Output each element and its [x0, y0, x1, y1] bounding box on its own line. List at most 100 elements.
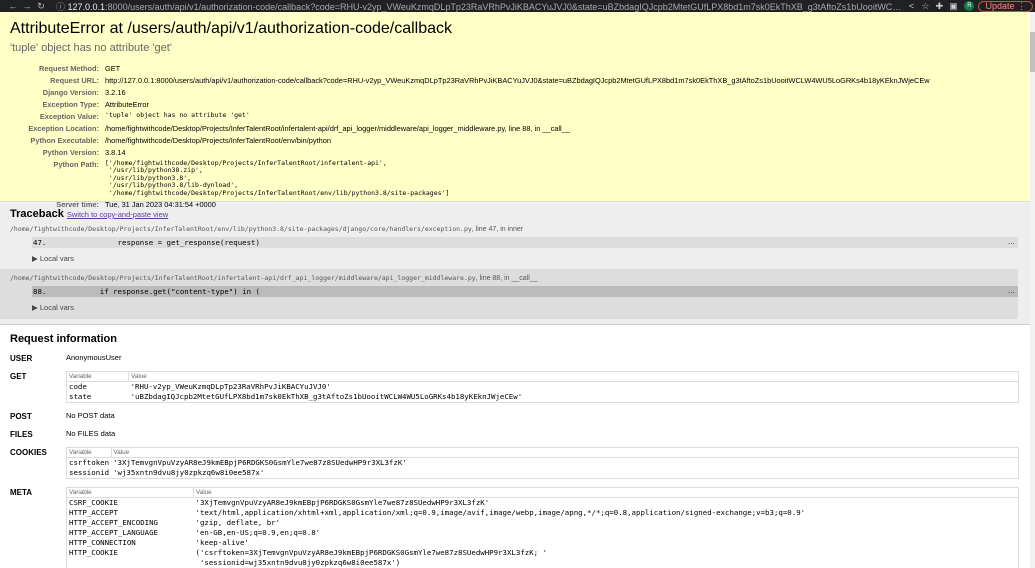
- reload-icon[interactable]: ↻: [34, 1, 48, 12]
- summary-value-text: ['/home/fightwithcode/Desktop/Projects/I…: [105, 158, 450, 197]
- traceback-title: Traceback: [10, 208, 64, 220]
- cookies-label: COOKIES: [10, 448, 47, 457]
- scrollbar[interactable]: [1030, 12, 1035, 568]
- summary-row: Exception Location: /home/fightwithcode/D…: [10, 122, 930, 134]
- summary-row: Django Version: 3.2.16: [10, 86, 930, 98]
- table-row: csrftoken '3XjTemvgnVpuVzyAR8eJ9kmEBpjP6R…: [67, 458, 1019, 469]
- summary-row: Exception Type: AttributeError: [10, 98, 930, 110]
- summary-value: /home/fightwithcode/Desktop/Projects/Inf…: [105, 135, 331, 145]
- star-icon[interactable]: ☆: [918, 1, 932, 12]
- back-icon[interactable]: ←: [6, 1, 20, 11]
- address-bar[interactable]: ⓘ 127.0.0.1:8000/users/auth/api/v1/autho…: [48, 0, 904, 12]
- variable-name: sessionid: [69, 468, 110, 477]
- summary-table: Request Method: GET Request URL: http://127…: [10, 62, 930, 211]
- files-label: FILES: [10, 430, 33, 439]
- files-value: No FILES data: [66, 429, 116, 438]
- summary-value: 'tuple' object has no attribute 'get': [105, 110, 930, 122]
- local-vars-toggle[interactable]: ▶ Local vars: [32, 254, 1020, 263]
- summary-value: 3.2.16: [105, 87, 126, 97]
- variable-value: 'wj35xntn9dvu8jy0zpkzq6w8i0ee587x': [113, 468, 265, 477]
- meta-table: Variable Value CSRF_COOKIE '3XjTemvgnVpuVzy…: [66, 487, 1019, 568]
- summary-row: Python Version: 3.8.14: [10, 146, 930, 158]
- frame-file: /home/fightwithcode/Desktop/Projects/Inf…: [10, 225, 472, 233]
- variable-name: HTTP_ACCEPT_ENCODING: [69, 518, 158, 527]
- summary-value: 3.8.14: [105, 147, 126, 157]
- code-text: response = get_response(request): [46, 238, 260, 247]
- avatar[interactable]: R: [964, 1, 975, 11]
- update-label: Update: [985, 0, 1015, 11]
- summary-value: http://127.0.0.1:8000/users/auth/api/v1/…: [105, 75, 930, 85]
- traceback-section: Traceback Switch to copy-and-paste view …: [0, 202, 1030, 325]
- summary-row: Python Path: ['/home/fightwithcode/Deskto…: [10, 158, 930, 199]
- column-header: Value: [111, 447, 1019, 458]
- variable-value: 'text/html,application/xhtml+xml,applica…: [195, 508, 806, 517]
- scrollbar-thumb[interactable]: [1030, 32, 1035, 72]
- table-row: CSRF_COOKIE '3XjTemvgnVpuVzyAR8eJ9kmEBpjP…: [67, 498, 1019, 509]
- variable-value: 'en-GB,en-US;q=0.9,en;q=0.8': [195, 528, 321, 537]
- column-header: Variable: [66, 371, 130, 382]
- variable-value: 'RHU-v2yp_VWeuKzmqDLpTp23RaVRhPvJiKBACYu…: [130, 382, 331, 391]
- extensions-icon[interactable]: ✚: [932, 1, 946, 12]
- column-header: Value: [128, 371, 1019, 382]
- expand-context-button[interactable]: …: [1008, 286, 1015, 295]
- share-icon[interactable]: <: [904, 1, 918, 11]
- traceback-frame: /home/fightwithcode/Desktop/Projects/Inf…: [0, 269, 1018, 319]
- variable-value: '3XjTemvgnVpuVzyAR8eJ9kmEBpjP6RDGKS0GsmY…: [195, 498, 490, 507]
- variable-name: HTTP_COOKIE: [69, 548, 118, 557]
- url-path: :8000/users/auth/api/v1/authorization-co…: [105, 1, 905, 12]
- post-label: POST: [10, 412, 32, 421]
- code-line[interactable]: 47. response = get_response(request) …: [32, 237, 1018, 248]
- user-label: USER: [10, 354, 33, 363]
- variable-value: 'gzip, deflate, br': [195, 518, 281, 527]
- page-title: AttributeError at /users/auth/api/v1/aut…: [10, 20, 453, 37]
- table-row: code 'RHU-v2yp_VWeuKzmqDLpTp23RaVRhPvJiKB…: [67, 382, 1019, 393]
- variable-value: 'uBZbdagIQJcpb2MtetGUfLPX8bd1m7sk0EkThXB…: [130, 392, 523, 401]
- browser-toolbar: ← → ↻ ⓘ 127.0.0.1:8000/users/auth/api/v1…: [0, 0, 1035, 12]
- variable-name: HTTP_CONNECTION: [69, 538, 136, 547]
- meta-label: META: [10, 488, 33, 497]
- variable-name: HTTP_ACCEPT_LANGUAGE: [69, 528, 158, 537]
- cookies-table: Variable Value csrftoken '3XjTemvgnVpuVzyAR…: [66, 447, 1019, 479]
- summary-row: Python Executable: /home/fightwithcode/De…: [10, 134, 930, 146]
- traceback-frame: /home/fightwithcode/Desktop/Projects/Inf…: [10, 225, 1020, 263]
- column-header: Variable: [66, 487, 194, 498]
- summary-row: Exception Value: 'tuple' object has no at…: [10, 110, 930, 122]
- table-row: state 'uBZbdagIQJcpb2MtetGUfLPX8bd1m7sk0E…: [67, 392, 1019, 403]
- summary-value: ['/home/fightwithcode/Desktop/Projects/I…: [105, 158, 930, 199]
- line-number: 47.: [33, 238, 47, 247]
- table-row: sessionid'wj35xntn9dvu8jy0zpkzq6w8i0ee58…: [67, 468, 1019, 479]
- exception-message: 'tuple' object has no attribute 'get': [10, 42, 172, 54]
- line-number: 88.: [33, 287, 47, 296]
- error-summary: AttributeError at /users/auth/api/v1/aut…: [0, 12, 1030, 209]
- frame-location: , line 88, in __call__: [475, 275, 538, 282]
- request-info-title: Request information: [10, 333, 117, 345]
- summary-label: Python Path:: [53, 159, 99, 169]
- expand-context-button[interactable]: …: [1008, 237, 1015, 246]
- table-row: HTTP_COOKIE ('csrftoken=3XjTemvgnVpuVzyAR…: [67, 548, 1019, 568]
- summary-value: AttributeError: [105, 99, 149, 109]
- switch-view-link[interactable]: Switch to copy-and-paste view: [67, 210, 168, 219]
- variable-name: csrftoken: [69, 458, 110, 467]
- forward-icon[interactable]: →: [20, 1, 34, 11]
- variable-name: code: [69, 382, 87, 391]
- post-value: No POST data: [66, 411, 115, 420]
- url-host: 127.0.0.1: [67, 1, 106, 12]
- sidepanel-icon[interactable]: ▣: [946, 1, 960, 12]
- local-vars-toggle[interactable]: ▶ Local vars: [32, 303, 1008, 312]
- summary-label: Request Method:: [39, 63, 99, 73]
- variable-value: '3XjTemvgnVpuVzyAR8eJ9kmEBpjP6RDGKS0GsmY…: [113, 458, 407, 467]
- code-line[interactable]: 88. if response.get("content-type") in (…: [32, 286, 1018, 297]
- variable-value: 'keep-alive': [195, 538, 249, 547]
- summary-label: Exception Type:: [42, 99, 99, 109]
- variable-value: ('csrftoken=3XjTemvgnVpuVzyAR8eJ9kmEBpjP…: [195, 548, 548, 567]
- summary-label: Request URL:: [50, 75, 99, 85]
- variable-name: state: [69, 392, 92, 401]
- summary-label: Python Executable:: [30, 135, 99, 145]
- table-row: HTTP_ACCEPT 'text/html,application/xhtml+…: [67, 508, 1019, 518]
- update-button[interactable]: Update ⋮: [978, 0, 1033, 12]
- request-information: Request information USER AnonymousUser GE…: [0, 325, 1030, 568]
- user-value: AnonymousUser: [66, 353, 122, 362]
- summary-value: GET: [105, 63, 121, 73]
- summary-label: Python Version:: [42, 147, 99, 157]
- summary-label: Exception Value:: [39, 111, 99, 121]
